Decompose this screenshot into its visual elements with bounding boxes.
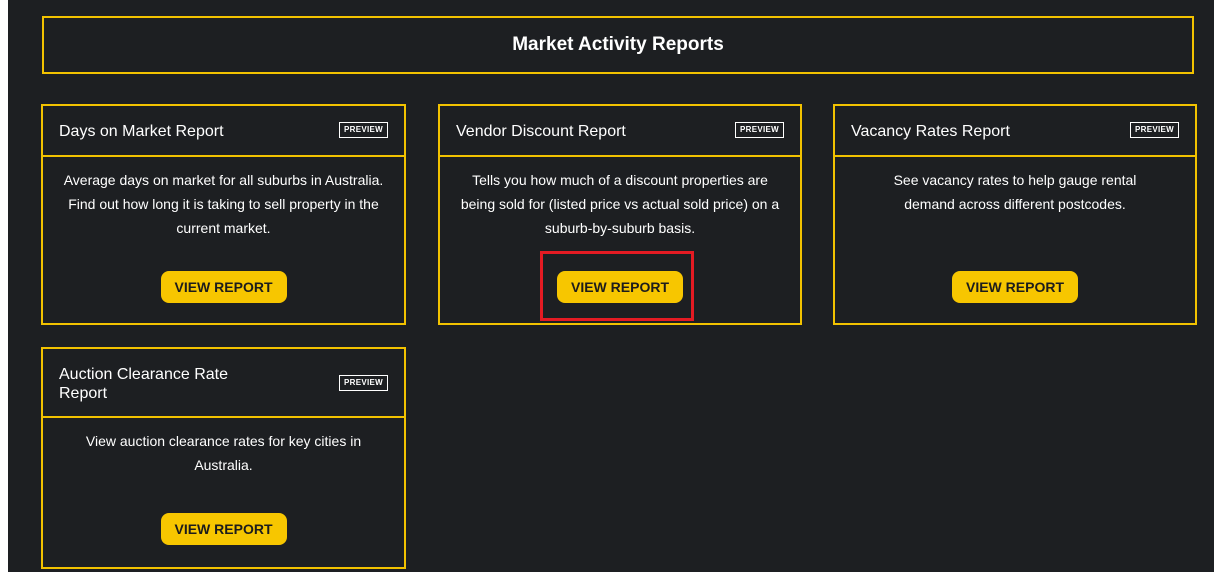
highlight-box [540, 251, 694, 321]
card-days-on-market: Days on Market Report PREVIEW Average da… [41, 104, 406, 325]
view-report-button[interactable]: VIEW REPORT [160, 271, 287, 303]
card-description: See vacancy rates to help gauge rental d… [893, 172, 1137, 212]
preview-badge[interactable]: PREVIEW [735, 122, 784, 138]
card-auction-clearance: Auction Clearance Rate Report PREVIEW Vi… [41, 347, 406, 569]
page-header: Market Activity Reports [42, 16, 1194, 74]
card-title: Vendor Discount Report [456, 123, 626, 140]
preview-badge[interactable]: PREVIEW [1130, 122, 1179, 138]
card-header: Days on Market Report PREVIEW [43, 106, 404, 157]
preview-badge[interactable]: PREVIEW [339, 122, 388, 138]
card-description: Tells you how much of a discount propert… [460, 172, 780, 236]
card-title: Auction Clearance Rate Report [59, 366, 228, 402]
card-title: Vacancy Rates Report [851, 123, 1010, 140]
card-description: Average days on market for all suburbs i… [63, 172, 384, 236]
card-header: Auction Clearance Rate Report PREVIEW [43, 349, 404, 418]
page-title: Market Activity Reports [512, 34, 724, 55]
view-report-button[interactable]: VIEW REPORT [952, 271, 1078, 303]
card-header: Vendor Discount Report PREVIEW [440, 106, 800, 157]
card-vacancy-rates: Vacancy Rates Report PREVIEW See vacancy… [833, 104, 1197, 325]
preview-badge[interactable]: PREVIEW [339, 375, 388, 391]
view-report-button[interactable]: VIEW REPORT [160, 513, 287, 545]
card-header: Vacancy Rates Report PREVIEW [835, 106, 1195, 157]
card-title: Days on Market Report [59, 123, 224, 140]
card-description: View auction clearance rates for key cit… [85, 433, 362, 473]
